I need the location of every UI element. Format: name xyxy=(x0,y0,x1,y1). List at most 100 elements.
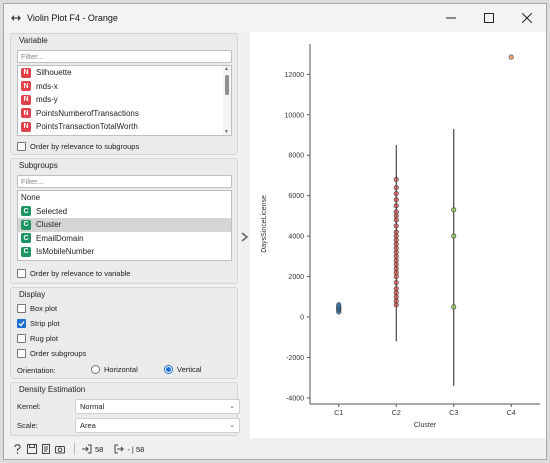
data-point xyxy=(336,302,342,308)
data-point xyxy=(393,203,399,209)
categorical-variable-icon: C xyxy=(21,206,31,217)
checkbox-box[interactable] xyxy=(17,334,26,343)
x-tick-label: C1 xyxy=(334,410,343,417)
close-button[interactable] xyxy=(508,4,546,32)
camera-icon[interactable] xyxy=(54,444,65,455)
orange-app-icon xyxy=(9,11,23,25)
list-item[interactable]: C Cluster xyxy=(18,218,231,232)
variable-filter-input[interactable]: Filter... xyxy=(17,50,232,63)
data-point xyxy=(393,280,399,286)
data-point xyxy=(393,209,399,215)
close-icon xyxy=(522,13,532,23)
orientation-label: Orientation: xyxy=(17,366,56,375)
data-point xyxy=(393,185,399,191)
list-item[interactable]: C IsMobileNumber xyxy=(18,245,231,259)
data-point xyxy=(393,265,399,271)
maximize-button[interactable] xyxy=(470,4,508,32)
checkbox-box[interactable] xyxy=(17,269,26,278)
help-icon[interactable] xyxy=(12,444,23,455)
data-point xyxy=(451,304,457,310)
checkbox-label: Order by relevance to subgroups xyxy=(30,142,140,151)
radio-label: Horizontal xyxy=(104,365,138,374)
checkbox-box[interactable] xyxy=(17,319,26,328)
scale-dropdown[interactable]: Area ⌄ xyxy=(75,418,240,433)
list-item[interactable]: NRegionNumbersPoints xyxy=(18,134,231,136)
data-point xyxy=(393,253,399,259)
numeric-variable-icon: N xyxy=(21,121,31,132)
checkbox-label: Strip plot xyxy=(30,319,60,328)
data-point xyxy=(393,241,399,247)
window-title: Violin Plot F4 - Orange xyxy=(27,13,118,23)
kernel-dropdown[interactable]: Normal ⌄ xyxy=(75,399,240,414)
y-tick-label: 4000 xyxy=(288,234,304,241)
report-icon[interactable] xyxy=(40,444,51,455)
vertical-radio[interactable]: Vertical xyxy=(164,365,202,374)
data-point xyxy=(393,197,399,203)
numeric-variable-icon: N xyxy=(21,94,31,105)
chevron-right-icon xyxy=(241,232,249,242)
variable-scroll-thumb[interactable] xyxy=(225,75,229,95)
order-subgroups-checkbox[interactable]: Order subgroups xyxy=(17,349,86,358)
list-item-label: Silhouette xyxy=(36,68,72,78)
checkbox-label: Order subgroups xyxy=(30,349,87,358)
radio-circle[interactable] xyxy=(91,365,100,374)
data-point xyxy=(393,274,399,280)
horizontal-radio[interactable]: Horizontal xyxy=(91,365,138,374)
y-tick-label: -4000 xyxy=(286,395,304,402)
order-by-relevance-subgroups-checkbox[interactable]: Order by relevance to subgroups xyxy=(17,142,139,151)
list-item-label: PointsTransactionTotalWorth xyxy=(36,122,138,132)
y-tick-label: 2000 xyxy=(288,274,304,281)
list-item[interactable]: Nmds-x xyxy=(18,80,231,94)
variable-list[interactable]: ▲ ▼ N Silhouette Nmds-x Nmds-y N PointsNumber… xyxy=(17,65,232,136)
list-item[interactable]: None xyxy=(18,191,231,205)
display-box: Display Box plot Strip plot Rug plot Ord… xyxy=(10,287,238,379)
plot-area[interactable]: -4000 -2000 0 2000 4000 6000 8000 10000 12000 C1 C… xyxy=(250,32,546,438)
categorical-variable-icon: C xyxy=(21,246,31,257)
data-point xyxy=(393,191,399,197)
y-tick-label: 8000 xyxy=(288,153,304,160)
minimize-button[interactable] xyxy=(432,4,470,32)
list-item[interactable]: N PointsNumberofTransactions xyxy=(18,107,231,121)
subgroups-filter-input[interactable]: Filter... xyxy=(17,175,232,188)
subgroups-list[interactable]: None C Selected C Cluster C EmailDomain C IsMobi… xyxy=(17,190,232,261)
input-data-icon xyxy=(81,444,92,455)
list-item-label: IsMobileNumber xyxy=(36,247,95,257)
data-point xyxy=(393,223,399,229)
y-tick-label: -2000 xyxy=(286,355,304,362)
save-icon[interactable] xyxy=(26,444,37,455)
checkbox-box[interactable] xyxy=(17,142,26,151)
separator xyxy=(74,443,75,455)
y-tick-label: 12000 xyxy=(285,72,305,79)
strip-plot-checkbox[interactable]: Strip plot xyxy=(17,319,60,328)
rug-plot-checkbox[interactable]: Rug plot xyxy=(17,334,58,343)
data-point xyxy=(393,237,399,243)
data-point xyxy=(393,233,399,239)
data-point xyxy=(393,298,399,304)
kernel-label: Kernel: xyxy=(17,402,41,411)
title-bar: Violin Plot F4 - Orange xyxy=(4,4,546,32)
list-item[interactable]: C Selected xyxy=(18,205,231,219)
checkbox-box[interactable] xyxy=(17,349,26,358)
checkbox-label: Order by relevance to variable xyxy=(30,269,131,278)
checkbox-box[interactable] xyxy=(17,304,26,313)
data-point xyxy=(393,286,399,292)
variable-scrollbar[interactable]: ▲ ▼ xyxy=(223,66,231,135)
data-point xyxy=(393,213,399,219)
list-item-label: Cluster xyxy=(36,220,62,230)
list-item[interactable]: N PointsTransactionTotalWorth xyxy=(18,120,231,134)
list-item[interactable]: Nmds-y xyxy=(18,93,231,107)
list-item[interactable]: C EmailDomain xyxy=(18,232,231,246)
list-item[interactable]: N Silhouette xyxy=(18,66,231,80)
data-point xyxy=(393,217,399,223)
status-bar: 58 - | 58 xyxy=(4,438,546,459)
box-plot-checkbox[interactable]: Box plot xyxy=(17,304,57,313)
output-count: - | 58 xyxy=(127,444,145,454)
density-box-title: Density Estimation xyxy=(19,385,86,394)
list-item-label: EmailDomain xyxy=(36,233,84,243)
order-by-relevance-variable-checkbox[interactable]: Order by relevance to variable xyxy=(17,269,130,278)
scale-label: Scale: xyxy=(17,421,38,430)
scale-value: Area xyxy=(80,421,96,430)
radio-circle[interactable] xyxy=(164,365,173,374)
variable-box-title: Variable xyxy=(19,36,48,45)
checkbox-label: Rug plot xyxy=(30,334,58,343)
